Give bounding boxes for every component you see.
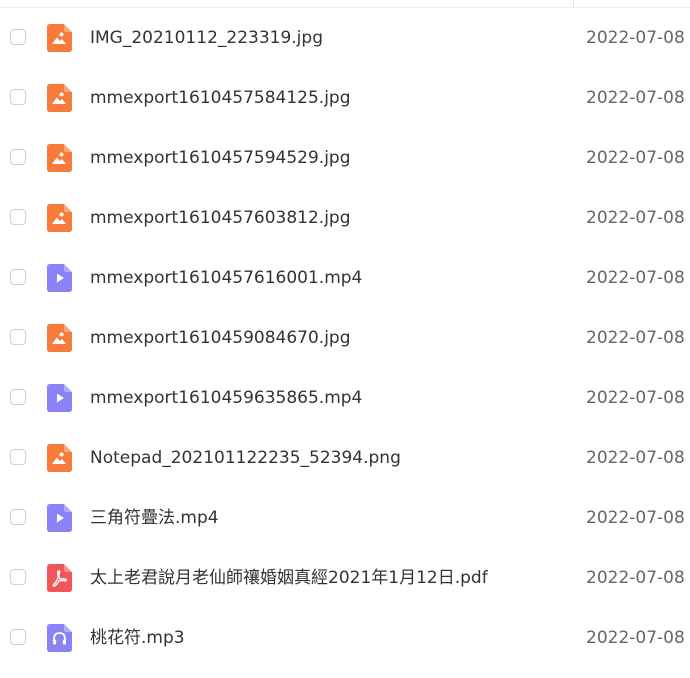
image-file-icon (47, 324, 72, 352)
select-checkbox[interactable] (10, 449, 26, 465)
file-date: 2022-07-08 (586, 508, 685, 528)
file-name[interactable]: mmexport1610457603812.jpg (90, 207, 351, 229)
file-date: 2022-07-08 (586, 208, 685, 228)
file-row[interactable]: mmexport1610459635865.mp4 2022-07-08 (0, 368, 690, 428)
list-header-bar (0, 0, 690, 8)
video-file-icon (47, 504, 72, 532)
file-name[interactable]: mmexport1610459084670.jpg (90, 327, 351, 349)
file-row[interactable]: 桃花符.mp3 2022-07-08 (0, 608, 690, 668)
file-date: 2022-07-08 (586, 148, 685, 168)
file-date: 2022-07-08 (586, 268, 685, 288)
file-date: 2022-07-08 (586, 448, 685, 468)
file-date: 2022-07-08 (586, 28, 685, 48)
file-name[interactable]: mmexport1610457616001.mp4 (90, 267, 362, 289)
file-list: IMG_20210112_223319.jpg 2022-07-08 mmexpor… (0, 8, 690, 668)
image-file-icon (47, 444, 72, 472)
image-file-icon (47, 144, 72, 172)
select-checkbox[interactable] (10, 209, 26, 225)
file-name[interactable]: mmexport1610459635865.mp4 (90, 387, 362, 409)
file-row[interactable]: 三角符疊法.mp4 2022-07-08 (0, 488, 690, 548)
file-name[interactable]: mmexport1610457594529.jpg (90, 147, 351, 169)
select-checkbox[interactable] (10, 569, 26, 585)
video-file-icon (47, 384, 72, 412)
file-row[interactable]: mmexport1610459084670.jpg 2022-07-08 (0, 308, 690, 368)
file-name[interactable]: 三角符疊法.mp4 (90, 507, 219, 529)
file-date: 2022-07-08 (586, 388, 685, 408)
file-row[interactable]: 太上老君說月老仙師禳婚姻真經2021年1月12日.pdf 2022-07-08 (0, 548, 690, 608)
file-name[interactable]: 太上老君說月老仙師禳婚姻真經2021年1月12日.pdf (90, 567, 488, 589)
file-name[interactable]: mmexport1610457584125.jpg (90, 87, 351, 109)
file-date: 2022-07-08 (586, 88, 685, 108)
select-checkbox[interactable] (10, 149, 26, 165)
file-row[interactable]: mmexport1610457584125.jpg 2022-07-08 (0, 68, 690, 128)
image-file-icon (47, 84, 72, 112)
select-checkbox[interactable] (10, 389, 26, 405)
pdf-file-icon (47, 564, 72, 592)
file-name[interactable]: 桃花符.mp3 (90, 627, 185, 649)
audio-file-icon (47, 624, 72, 652)
select-checkbox[interactable] (10, 269, 26, 285)
file-name[interactable]: Notepad_202101122235_52394.png (90, 447, 401, 469)
select-checkbox[interactable] (10, 329, 26, 345)
file-row[interactable]: mmexport1610457616001.mp4 2022-07-08 (0, 248, 690, 308)
image-file-icon (47, 204, 72, 232)
file-date: 2022-07-08 (586, 328, 685, 348)
file-date: 2022-07-08 (586, 628, 685, 648)
file-name[interactable]: IMG_20210112_223319.jpg (90, 27, 323, 49)
file-row[interactable]: mmexport1610457603812.jpg 2022-07-08 (0, 188, 690, 248)
select-checkbox[interactable] (10, 509, 26, 525)
file-row[interactable]: IMG_20210112_223319.jpg 2022-07-08 (0, 8, 690, 68)
image-file-icon (47, 24, 72, 52)
select-checkbox[interactable] (10, 29, 26, 45)
file-row[interactable]: mmexport1610457594529.jpg 2022-07-08 (0, 128, 690, 188)
file-date: 2022-07-08 (586, 568, 685, 588)
select-checkbox[interactable] (10, 89, 26, 105)
video-file-icon (47, 264, 72, 292)
file-row[interactable]: Notepad_202101122235_52394.png 2022-07-08 (0, 428, 690, 488)
select-checkbox[interactable] (10, 629, 26, 645)
column-divider[interactable] (573, 0, 574, 8)
